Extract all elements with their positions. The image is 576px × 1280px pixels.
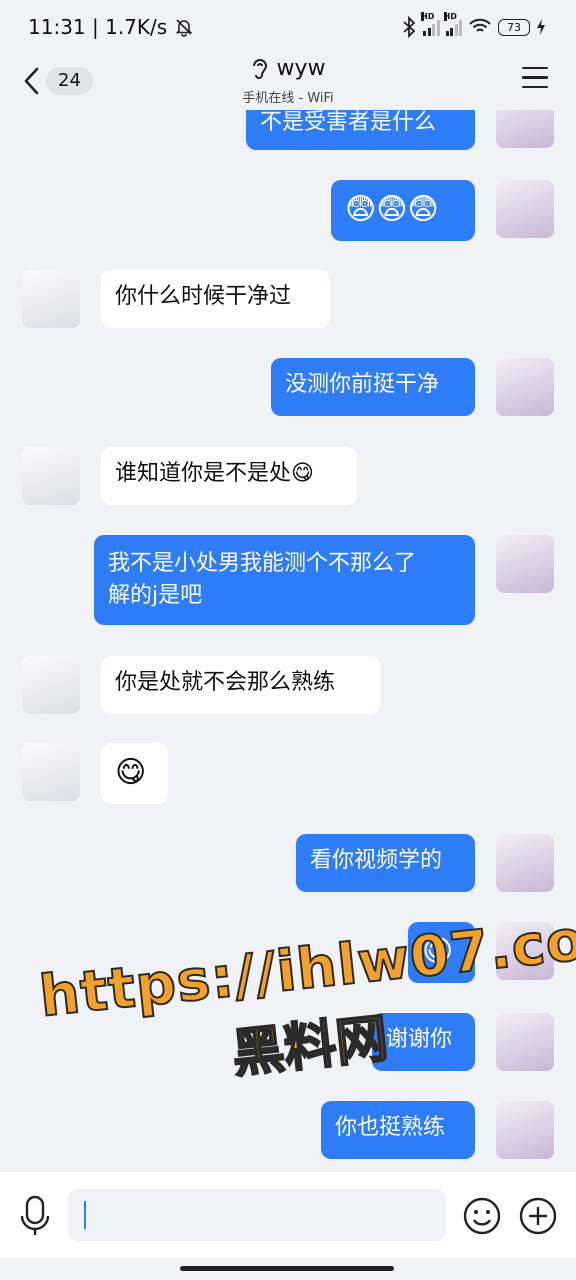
avatar[interactable] [496, 1101, 554, 1159]
avatar[interactable] [496, 180, 554, 238]
charging-icon [537, 19, 545, 35]
message-bubble[interactable]: 没测你前挺干净 [271, 358, 475, 416]
status-time: 11:31 | 1.7K/s [28, 15, 194, 39]
contact-status: 手机在线 - WiFi [242, 90, 334, 106]
unread-badge: 24 [46, 67, 93, 95]
message-bubble[interactable]: 我不是小处男我能测个不那么了 解的j是吧 [94, 535, 475, 625]
contact-title: wyw [250, 56, 326, 81]
avatar[interactable] [496, 1013, 554, 1071]
message-bubble[interactable]: 谢谢你 [372, 1013, 475, 1071]
message-list[interactable]: 不是受害者是什么 😨😨😨 你什么时候干净过 没测你前挺干净 谁知道你是不是处😋 … [0, 110, 576, 1172]
signal-icon-2: HD [443, 12, 462, 36]
message-bubble[interactable]: 😋 [101, 743, 168, 804]
message-bubble[interactable]: 你什么时候干净过 [101, 270, 330, 328]
back-button[interactable]: 24 [22, 64, 102, 98]
chat-header: 24 wyw 手机在线 - WiFi [0, 54, 576, 110]
message-bubble[interactable]: 谁知道你是不是处😋 [101, 447, 357, 505]
message-bubble[interactable]: 你也挺熟练 [321, 1101, 475, 1159]
avatar[interactable] [496, 922, 554, 980]
voice-icon[interactable] [16, 1194, 54, 1238]
contact-name: wyw [276, 56, 326, 81]
avatar[interactable] [22, 270, 80, 328]
clock: 11:31 [28, 15, 86, 39]
wifi-icon [469, 18, 491, 32]
input-bar [0, 1172, 576, 1258]
network-speed: 1.7K/s [105, 15, 168, 39]
message-bubble[interactable]: 你是处就不会那么熟练 [101, 656, 380, 714]
emoji-icon[interactable] [462, 1196, 502, 1236]
status-icons: HD HD 73 [401, 12, 546, 40]
avatar[interactable] [496, 834, 554, 892]
message-bubble[interactable]: 😋 [408, 922, 475, 983]
avatar[interactable] [496, 358, 554, 416]
message-input[interactable] [68, 1189, 446, 1241]
avatar[interactable] [496, 535, 554, 593]
signal-icon: HD [421, 12, 440, 36]
avatar[interactable] [22, 447, 80, 505]
hearing-icon [253, 58, 268, 79]
avatar[interactable] [22, 743, 80, 801]
battery-icon: 73 [498, 18, 530, 36]
bluetooth-icon [403, 16, 416, 38]
menu-button[interactable] [522, 67, 548, 89]
plus-icon[interactable] [518, 1196, 558, 1236]
avatar[interactable] [496, 110, 554, 148]
mute-bell-icon [175, 19, 192, 37]
hd-label: HD [421, 12, 435, 21]
status-bar: 11:31 | 1.7K/s HD HD 73 [0, 0, 576, 54]
hd-label-2: HD [443, 12, 457, 21]
message-bubble[interactable]: 😨😨😨 [331, 180, 475, 241]
message-bubble[interactable]: 看你视频学的 [296, 834, 475, 892]
text-cursor [84, 1201, 86, 1229]
home-indicator[interactable] [180, 1266, 394, 1271]
back-icon [24, 67, 39, 95]
message-bubble[interactable]: 不是受害者是什么 [246, 110, 475, 150]
title-area[interactable]: wyw 手机在线 - WiFi [188, 56, 388, 106]
avatar[interactable] [22, 656, 80, 714]
